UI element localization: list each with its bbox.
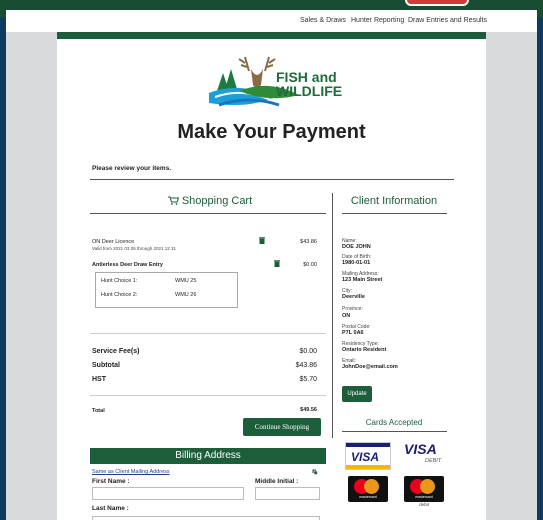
shopping-cart-icon	[167, 196, 179, 205]
update-button[interactable]: Update	[342, 386, 372, 402]
divider	[342, 213, 447, 214]
middle-initial-label: Middle Initial :	[255, 478, 299, 485]
cart-title: Shopping Cart	[90, 195, 330, 207]
divider	[90, 333, 326, 334]
continue-shopping-button[interactable]: Continue Shopping	[243, 418, 321, 436]
fee-label: Service Fee(s)	[92, 348, 140, 355]
review-text: Please review your items.	[92, 165, 172, 172]
middle-initial-input[interactable]	[255, 487, 320, 500]
last-name-input[interactable]	[92, 516, 320, 520]
page-title: Make Your Payment	[177, 121, 366, 143]
subtotal-value: $43.86	[295, 362, 317, 369]
mastercard-icon: mastercard	[348, 476, 388, 502]
choice-label: Hunt Choice 1:	[101, 278, 138, 284]
payment-page: FISH and WILDLIFE Make Your Payment Plea…	[57, 32, 486, 520]
hst-value: $5.70	[299, 376, 317, 383]
first-name-input[interactable]	[92, 487, 244, 500]
client-province-label: Province:	[342, 306, 363, 312]
client-province-value: ON	[342, 313, 351, 319]
nav-hunter-reporting[interactable]: Hunter Reporting	[351, 17, 404, 24]
cards-accepted-title: Cards Accepted	[365, 418, 423, 427]
hst-label: HST	[92, 376, 106, 383]
first-name-label: First Name :	[92, 478, 130, 485]
header-strip	[57, 32, 486, 39]
item-price: $0.00	[303, 262, 317, 268]
choice-label: Hunt Choice 2:	[101, 292, 138, 298]
client-residency-value: Ontario Resident	[342, 347, 387, 353]
item-name: Antlerless Deer Draw Entry	[92, 262, 163, 268]
same-as-mailing-link[interactable]: Same as Client Mailing Address	[92, 469, 170, 475]
last-name-label: Last Name :	[92, 505, 129, 512]
billing-address-header: Billing Address	[90, 448, 326, 464]
client-name-value: DOE JOHN	[342, 244, 371, 250]
divider	[342, 431, 447, 432]
item-name: ON Deer Licence	[92, 239, 135, 245]
divider	[90, 213, 326, 214]
divider	[90, 179, 454, 180]
choice-value: WMU 26	[175, 292, 197, 298]
client-email-value: JohnDoe@email.com	[342, 364, 398, 370]
client-city-value: Deerville	[342, 294, 365, 300]
client-info-title: Client Information	[350, 195, 438, 207]
column-divider	[332, 193, 333, 438]
nav-draw-entries[interactable]: Draw Entries and Results	[408, 17, 487, 24]
visa-debit-label: DEBIT	[425, 458, 442, 464]
client-postal-value: P7L 0A6	[342, 330, 364, 336]
item-price: $43.86	[300, 239, 317, 245]
fee-value: $0.00	[299, 348, 317, 355]
client-dob-value: 1980-01-01	[342, 260, 371, 266]
top-nav: Sales & Draws Hunter Reporting Draw Entr…	[6, 10, 537, 32]
copy-icon[interactable]	[312, 469, 318, 475]
top-badge	[405, 0, 469, 6]
browser-viewport: Sales & Draws Hunter Reporting Draw Entr…	[6, 10, 537, 520]
trash-icon[interactable]	[259, 237, 265, 244]
debit-label: debit	[419, 502, 429, 507]
subtotal-label: Subtotal	[92, 362, 120, 369]
mastercard-debit-icon: mastercard	[404, 476, 444, 502]
logo-text: FISH and WILDLIFE	[276, 69, 343, 99]
divider	[90, 395, 326, 396]
item-validity: Valid from 2021 03 05 through 2021 12 31	[92, 246, 176, 251]
client-address-value: 123 Main Street	[342, 277, 383, 283]
choice-value: WMU 25	[175, 278, 197, 284]
nav-sales-draws[interactable]: Sales & Draws	[300, 17, 346, 24]
visa-card-icon: VISA	[345, 442, 391, 470]
total-label: Total	[92, 408, 105, 414]
total-value: $49.56	[300, 407, 317, 413]
